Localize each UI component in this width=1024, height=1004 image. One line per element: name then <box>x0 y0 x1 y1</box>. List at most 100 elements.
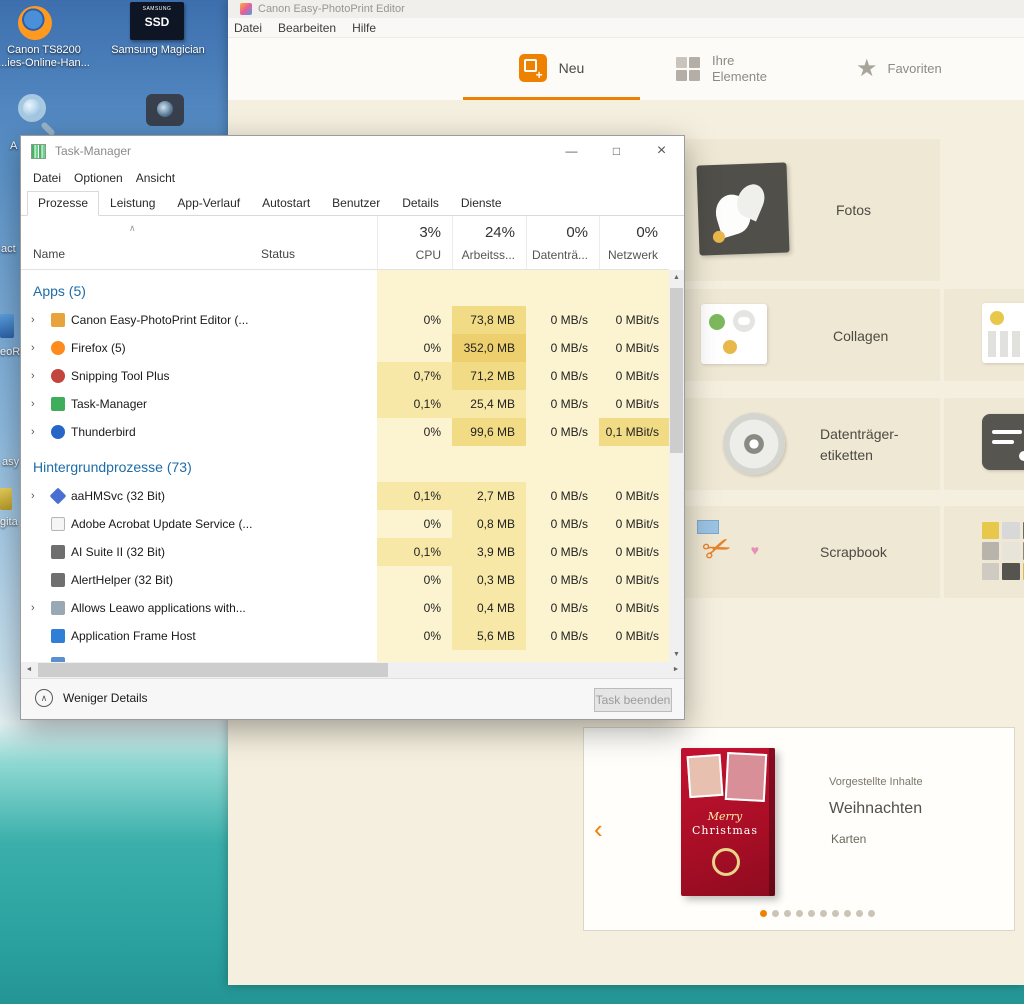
process-name: Snipping Tool Plus <box>71 369 170 383</box>
process-row[interactable]: › Allows Leawo applications with... 0% 0… <box>21 594 669 622</box>
samsung-ssd-icon[interactable]: SAMSUNG SSD <box>130 2 184 40</box>
maximize-button[interactable]: □ <box>594 136 639 166</box>
tm-tab[interactable]: App-Verlauf <box>166 191 251 216</box>
cpu-cell: 0% <box>423 573 441 587</box>
column-header-network[interactable]: 0% Netzwerk <box>599 216 669 270</box>
partial-desktop-icon[interactable] <box>0 488 12 510</box>
tm-tab[interactable]: Autostart <box>251 191 321 216</box>
cpu-cell: 0,1% <box>377 390 452 418</box>
carousel-dot[interactable] <box>832 910 839 917</box>
vertical-scrollbar-thumb[interactable] <box>670 288 683 453</box>
disk-cell: 0 MB/s <box>550 341 588 355</box>
tile-partial-palette[interactable] <box>944 506 1024 598</box>
column-header-status[interactable]: Status <box>261 247 295 261</box>
column-header-disk[interactable]: 0% Datenträ... <box>526 216 599 270</box>
tile-partial-disc-label[interactable] <box>944 398 1024 490</box>
tm-tab[interactable]: Benutzer <box>321 191 391 216</box>
canon-menu-item[interactable]: Bearbeiten <box>278 21 336 35</box>
featured-category: Karten <box>831 832 867 846</box>
carousel-dot[interactable] <box>760 910 767 917</box>
carousel-dot[interactable] <box>820 910 827 917</box>
tm-tab[interactable]: Details <box>391 191 450 216</box>
magnifier-icon[interactable] <box>16 92 58 137</box>
camera-icon[interactable] <box>146 94 184 126</box>
process-row[interactable]: › Thunderbird 0% 99,6 MB 0 MB/s 0,1 MBit… <box>21 418 669 446</box>
process-icon <box>51 601 65 615</box>
disk-cell: 0 MB/s <box>550 629 588 643</box>
carousel-dot[interactable] <box>868 910 875 917</box>
carousel-dot[interactable] <box>796 910 803 917</box>
scroll-right-icon[interactable]: ► <box>668 662 684 678</box>
vertical-scrollbar[interactable]: ▲ ▼ <box>669 270 684 662</box>
carousel-prev-button[interactable]: ‹ <box>594 816 603 842</box>
tab-favoriten[interactable]: ★ Favoriten <box>856 38 942 100</box>
partial-desktop-icon[interactable] <box>0 314 14 338</box>
tile-partial-calendar[interactable] <box>944 289 1024 381</box>
carousel-dot[interactable] <box>844 910 851 917</box>
carousel-dot[interactable] <box>856 910 863 917</box>
carousel-dot[interactable] <box>772 910 779 917</box>
expander-icon[interactable]: › <box>31 334 35 362</box>
scroll-up-icon[interactable]: ▲ <box>669 270 684 285</box>
scroll-left-icon[interactable]: ◄ <box>21 662 37 678</box>
shortcut-label-canon-handbook[interactable]: Canon TS8200 ...ies-Online-Han... <box>0 44 96 70</box>
tab-ihre-elemente[interactable]: Ihre Elemente <box>676 38 767 100</box>
cpu-cell: 0% <box>423 425 441 439</box>
carousel-dot[interactable] <box>808 910 815 917</box>
tm-menu-item[interactable]: Optionen <box>74 171 123 185</box>
expander-icon[interactable]: › <box>31 418 35 446</box>
process-row[interactable]: › Task-Manager 0,1% 25,4 MB 0 MB/s 0 MBi… <box>21 390 669 418</box>
process-row[interactable]: Adobe Acrobat Update Service (... 0% 0,8… <box>21 510 669 538</box>
end-task-button[interactable]: Task beenden <box>594 688 672 712</box>
carousel-dot[interactable] <box>784 910 791 917</box>
process-row[interactable]: AlertHelper (32 Bit) 0% 0,3 MB 0 MB/s 0 … <box>21 566 669 594</box>
shortcut-label-samsung-magician[interactable]: Samsung Magician <box>108 44 208 57</box>
firefox-icon[interactable] <box>18 6 52 40</box>
process-row[interactable]: › Firefox (5) 0% 352,0 MB 0 MB/s 0 MBit/… <box>21 334 669 362</box>
expander-icon[interactable]: › <box>31 594 35 622</box>
process-row[interactable]: Application Frame Host 0% 5,6 MB 0 MB/s … <box>21 622 669 650</box>
tm-tab[interactable]: Prozesse <box>27 191 100 216</box>
column-header-cpu[interactable]: 3% CPU <box>377 216 452 270</box>
close-button[interactable]: × <box>639 136 684 166</box>
group-header-background[interactable]: Hintergrundprozesse (73) <box>21 452 669 482</box>
memory-cell: 73,8 MB <box>452 306 526 334</box>
sort-ascending-icon: ∧ <box>129 223 136 233</box>
process-name: Adobe Acrobat Update Service (... <box>71 517 253 531</box>
tab-neu[interactable]: + Neu <box>463 38 640 97</box>
process-row[interactable] <box>21 650 669 662</box>
fewer-details-toggle[interactable]: ∧ Weniger Details <box>35 689 147 707</box>
canon-menu-item[interactable]: Hilfe <box>352 21 376 35</box>
horizontal-scrollbar-thumb[interactable] <box>38 663 388 677</box>
minimize-button[interactable]: — <box>549 136 594 166</box>
process-row[interactable]: › Canon Easy-PhotoPrint Editor (... 0% 7… <box>21 306 669 334</box>
expander-icon[interactable]: › <box>31 306 35 334</box>
tm-menu-item[interactable]: Datei <box>33 171 61 185</box>
expander-icon[interactable]: › <box>31 362 35 390</box>
canon-titlebar[interactable]: Canon Easy-PhotoPrint Editor <box>228 0 1024 18</box>
column-header-memory[interactable]: 24% Arbeitss... <box>452 216 526 270</box>
canon-menu-item[interactable]: Datei <box>234 21 262 35</box>
cpu-cell: 0,1% <box>377 482 452 510</box>
scroll-down-icon[interactable]: ▼ <box>669 647 684 662</box>
calendar-thumbnail-icon <box>982 303 1024 363</box>
tm-tab[interactable]: Dienste <box>450 191 513 216</box>
tm-menu-item[interactable]: Ansicht <box>136 171 175 185</box>
process-row[interactable]: AI Suite II (32 Bit) 0,1% 3,9 MB 0 MB/s … <box>21 538 669 566</box>
disk-cell: 0 MB/s <box>550 573 588 587</box>
expander-icon[interactable]: › <box>31 390 35 418</box>
column-header-name[interactable]: Name <box>33 247 65 261</box>
process-icon <box>51 517 65 531</box>
disc-label-thumbnail-icon <box>982 414 1024 470</box>
network-cell: 0 MBit/s <box>615 397 659 411</box>
tm-titlebar[interactable]: Task-Manager — □ × <box>21 136 684 166</box>
horizontal-scrollbar[interactable]: ◄ ► <box>21 662 684 678</box>
network-cell: 0 MBit/s <box>615 601 659 615</box>
process-row[interactable]: › aaHMSvc (32 Bit) 0,1% 2,7 MB 0 MB/s 0 … <box>21 482 669 510</box>
tm-tab[interactable]: Leistung <box>99 191 166 216</box>
expander-icon[interactable]: › <box>31 482 35 510</box>
group-header-apps[interactable]: Apps (5) <box>21 276 669 306</box>
memory-cell <box>452 650 526 662</box>
process-row[interactable]: › Snipping Tool Plus 0,7% 71,2 MB 0 MB/s… <box>21 362 669 390</box>
christmas-card-preview[interactable]: Merry Christmas <box>681 748 775 896</box>
